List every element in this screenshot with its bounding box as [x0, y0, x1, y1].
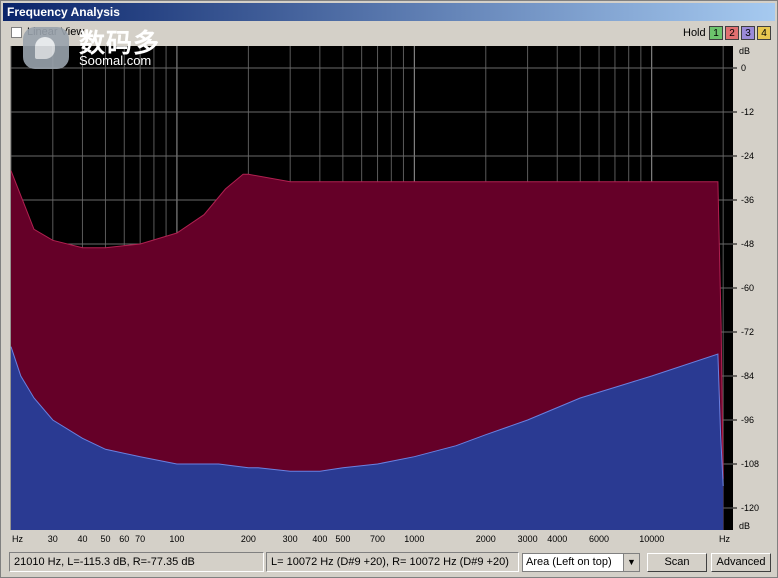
- spectrum-chart: Hz Hz 30 40 50 60 70 100 200 300 400 500 700 1000 2000…: [9, 44, 769, 546]
- x-tick-label: 2000: [476, 534, 496, 544]
- view-mode-select[interactable]: Area (Left on top) ▼: [522, 553, 640, 572]
- y-tick-label: -12: [741, 107, 754, 117]
- hold-button-1[interactable]: 1: [709, 26, 723, 40]
- soomal-watermark: 数码多 Soomal.com: [23, 21, 163, 71]
- x-unit-label-right: Hz: [719, 534, 730, 544]
- y-tick-label: -48: [741, 239, 754, 249]
- linear-view-checkbox[interactable]: [11, 27, 22, 38]
- scan-button[interactable]: Scan: [647, 553, 707, 572]
- view-mode-value: Area (Left on top): [526, 556, 612, 568]
- window-title: Frequency Analysis: [7, 5, 120, 19]
- spectrum-plot[interactable]: Hz Hz 30 40 50 60 70 100 200 300 400 500 700 1000 2000…: [9, 44, 769, 546]
- x-tick-label: 6000: [589, 534, 609, 544]
- x-tick-label: 700: [370, 534, 385, 544]
- x-tick-label: 1000: [404, 534, 424, 544]
- y-tick-label: -84: [741, 371, 754, 381]
- x-tick-label: 4000: [547, 534, 567, 544]
- y-tick-label: -108: [741, 459, 759, 469]
- hold-label: Hold: [683, 27, 706, 39]
- x-unit-label: Hz: [12, 534, 23, 544]
- x-tick-label: 400: [312, 534, 327, 544]
- y-tick-label: -60: [741, 283, 754, 293]
- chevron-down-icon[interactable]: ▼: [623, 554, 639, 571]
- x-tick-label: 60: [119, 534, 129, 544]
- x-tick-label: 10000: [639, 534, 664, 544]
- y-unit-label-bottom: dB: [739, 521, 750, 531]
- x-tick-label: 500: [335, 534, 350, 544]
- watermark-latin: Soomal.com: [79, 53, 152, 68]
- y-tick-label: -120: [741, 503, 759, 513]
- advanced-button[interactable]: Advanced: [711, 553, 771, 572]
- x-tick-label: 50: [100, 534, 110, 544]
- peak-readout: L= 10072 Hz (D#9 +20), R= 10072 Hz (D#9 …: [266, 552, 519, 572]
- x-tick-label: 100: [169, 534, 184, 544]
- y-tick-label: -96: [741, 415, 754, 425]
- hold-button-2[interactable]: 2: [725, 26, 739, 40]
- y-tick-label: -72: [741, 327, 754, 337]
- hold-button-3[interactable]: 3: [741, 26, 755, 40]
- y-tick-label: -24: [741, 151, 754, 161]
- x-tick-label: 30: [48, 534, 58, 544]
- x-tick-label: 200: [241, 534, 256, 544]
- hold-button-4[interactable]: 4: [757, 26, 771, 40]
- x-tick-label: 40: [77, 534, 87, 544]
- x-tick-label: 70: [135, 534, 145, 544]
- y-tick-label: 0: [741, 63, 746, 73]
- y-unit-label: dB: [739, 46, 750, 56]
- x-tick-label: 300: [283, 534, 298, 544]
- title-bar: Frequency Analysis: [3, 3, 775, 21]
- frequency-analysis-window: Frequency Analysis Linear View Hold 1 2 …: [0, 0, 778, 578]
- soomal-logo-icon: [23, 27, 69, 69]
- x-tick-label: 3000: [518, 534, 538, 544]
- cursor-readout: 21010 Hz, L=-115.3 dB, R=-77.35 dB: [9, 552, 264, 572]
- y-tick-label: -36: [741, 195, 754, 205]
